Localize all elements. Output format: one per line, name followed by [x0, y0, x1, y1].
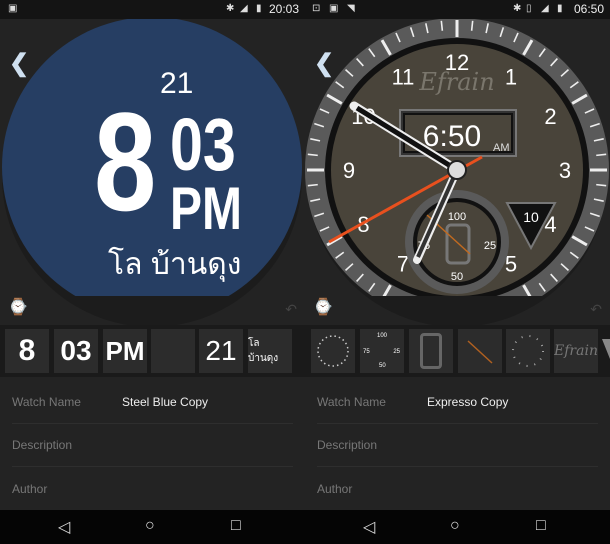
thumb-minute-ticks[interactable]	[311, 329, 355, 373]
watch-name-row[interactable]: Watch Name Steel Blue Copy	[12, 381, 293, 424]
battery-label: 25	[484, 240, 496, 252]
minute-text: 03	[170, 103, 236, 186]
nav-home-button[interactable]: ○	[145, 517, 155, 535]
back-button[interactable]: ❮	[314, 49, 334, 78]
thumb-hour[interactable]: 8	[5, 329, 49, 373]
status-bar: ⊡ ▣ ◥ ✱ ▯ ◢ ▮ 06:50	[305, 0, 610, 19]
hour-numeral: 2	[544, 104, 556, 129]
nav-back-button[interactable]: ◁	[58, 517, 70, 537]
undo-icon[interactable]: ↶	[590, 301, 602, 318]
thumb-brand[interactable]: Efrain	[554, 329, 598, 373]
thumb-battery-hand[interactable]	[458, 329, 502, 373]
element-strip: 100 75 25 50 Efrain	[305, 325, 610, 377]
bezel-tick	[307, 153, 318, 157]
date-text: 21	[160, 67, 194, 100]
thumb-ampm[interactable]: PM	[103, 329, 147, 373]
thumb-location[interactable]: โล บ้านดุง	[248, 329, 292, 373]
nav-home-button[interactable]: ○	[450, 517, 460, 535]
right-screen: ⊡ ▣ ◥ ✱ ▯ ◢ ▮ 06:50 12123457891011Efrain…	[305, 0, 610, 544]
author-row[interactable]: Author	[12, 467, 293, 510]
battery-icon: ▮	[557, 3, 563, 14]
nav-recents-button[interactable]: □	[536, 517, 546, 535]
hour-numeral: 3	[559, 158, 571, 183]
left-screen: ▣ ✱ ◢ ▮ 20:03 21 8 03 PM โล บ้านดุง ❮ ⌚ …	[0, 0, 305, 544]
bezel-tick	[440, 20, 444, 31]
hour-numeral: 9	[343, 158, 355, 183]
watch-name-row[interactable]: Watch Name Expresso Copy	[317, 381, 598, 424]
brand-text: Efrain	[418, 68, 494, 96]
thumb-minute[interactable]: 03	[54, 329, 98, 373]
nav-recents-button[interactable]: □	[231, 517, 241, 535]
status-time: 06:50	[573, 2, 604, 16]
watch-icon[interactable]: ⌚	[313, 297, 333, 317]
watch-name-value[interactable]: Steel Blue Copy	[122, 395, 208, 409]
description-label: Description	[317, 438, 378, 452]
undo-icon[interactable]: ↶	[285, 301, 297, 318]
description-row[interactable]: Description	[12, 424, 293, 467]
wifi-icon: ◥	[347, 3, 355, 14]
back-button[interactable]: ❮	[9, 49, 29, 78]
description-label: Description	[12, 438, 73, 452]
status-bar: ▣ ✱ ◢ ▮ 20:03	[0, 0, 305, 19]
date-text: 10	[523, 209, 539, 225]
image-icon: ▣	[8, 3, 18, 14]
bluetooth-icon: ✱	[513, 3, 522, 14]
nav-bar: ◁ ○ □	[305, 510, 610, 544]
nav-back-button[interactable]: ◁	[363, 517, 375, 537]
watch-preview: 12123457891011Efrain6:50AM10025507510 ❮ …	[305, 19, 610, 325]
bezel-tick	[307, 183, 318, 187]
image-icon: ▣	[329, 3, 339, 14]
vibrate-icon: ▯	[526, 3, 532, 14]
digital-ampm: AM	[493, 142, 510, 154]
app-icon: ⊡	[312, 3, 321, 14]
hour-numeral: 11	[392, 64, 415, 89]
thumb-date[interactable]: 21	[199, 329, 243, 373]
bezel-tick	[470, 20, 474, 31]
author-label: Author	[12, 481, 48, 496]
battery-label: 50	[451, 271, 463, 283]
center-cap	[447, 160, 467, 180]
author-label: Author	[317, 481, 353, 496]
hour-text: 8	[94, 83, 156, 240]
hour-numeral: 1	[505, 64, 517, 89]
signal-icon: ◢	[240, 3, 248, 14]
thumb-empty[interactable]	[151, 329, 195, 373]
thumb-date-triangle[interactable]	[602, 339, 610, 359]
bezel-tick	[596, 153, 607, 157]
watch-icon[interactable]: ⌚	[8, 297, 28, 317]
thumb-battery-icon[interactable]	[409, 329, 453, 373]
bluetooth-icon: ✱	[226, 3, 235, 14]
element-strip: 8 03 PM 21 โล บ้านดุง	[0, 325, 305, 377]
thumb-battery-dial[interactable]: 100 75 25 50	[360, 329, 404, 373]
analog-watch-face: 12123457891011Efrain6:50AM10025507510	[305, 19, 609, 296]
digital-time: 6:50	[423, 120, 481, 153]
description-row[interactable]: Description	[317, 424, 598, 467]
thumb-hour-markers[interactable]	[506, 329, 550, 373]
watch-name-value[interactable]: Expresso Copy	[427, 395, 508, 409]
battery-label: 100	[448, 211, 466, 223]
author-row[interactable]: Author	[317, 467, 598, 510]
watch-preview: 21 8 03 PM โล บ้านดุง ❮ ⌚ ↶	[0, 19, 305, 325]
ampm-text: PM	[170, 175, 242, 242]
bezel-tick	[596, 183, 607, 187]
watch-name-label: Watch Name	[317, 395, 386, 409]
nav-bar: ◁ ○ □	[0, 510, 305, 544]
battery-icon: ▮	[256, 3, 262, 14]
signal-icon: ◢	[541, 3, 549, 14]
watch-name-label: Watch Name	[12, 395, 81, 409]
status-time: 20:03	[268, 2, 299, 16]
location-text: โล บ้านดุง	[108, 248, 242, 281]
